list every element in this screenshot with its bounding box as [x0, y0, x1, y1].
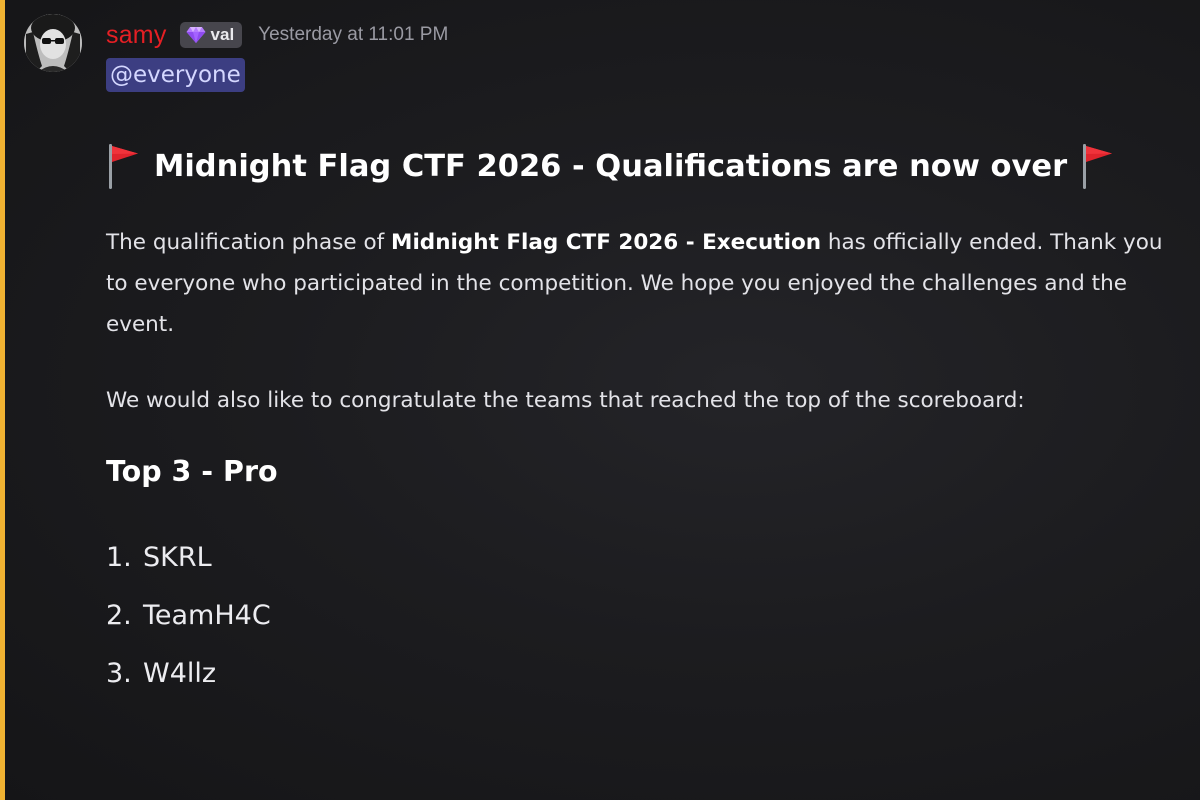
red-flag-icon	[1080, 142, 1114, 190]
diamond-gem-icon	[186, 26, 206, 44]
red-flag-icon	[106, 142, 140, 190]
congratulations-paragraph: We would also like to congratulate the t…	[106, 388, 1025, 413]
rank-number: 2.	[106, 599, 132, 631]
chat-message: samy val Yesterday at 11:01 PM @everyone	[0, 0, 1200, 800]
list-item: 3. W4llz	[106, 644, 271, 702]
rank-number: 3.	[106, 657, 132, 689]
ranking-list: 1. SKRL 2. TeamH4C 3. W4llz	[106, 528, 271, 702]
message-header: samy val Yesterday at 11:01 PM	[106, 18, 448, 52]
author-username[interactable]: samy	[106, 21, 167, 50]
title-text: Midnight Flag CTF 2026 - Qualifications …	[154, 148, 1068, 184]
section-heading: Top 3 - Pro	[106, 455, 278, 488]
event-name-bold: Midnight Flag CTF 2026 - Execution	[391, 230, 822, 255]
team-name: W4llz	[143, 657, 217, 689]
user-avatar[interactable]	[24, 14, 82, 72]
list-item: 2. TeamH4C	[106, 586, 271, 644]
tag-label: val	[210, 25, 235, 44]
intro-paragraph: The qualification phase of Midnight Flag…	[106, 222, 1186, 345]
everyone-mention[interactable]: @everyone	[106, 58, 245, 92]
intro-text-start: The qualification phase of	[106, 230, 392, 255]
avatar-photo-icon	[24, 14, 82, 72]
announcement-title: Midnight Flag CTF 2026 - Qualifications …	[106, 138, 1114, 194]
list-item: 1. SKRL	[106, 528, 271, 586]
message-timestamp[interactable]: Yesterday at 11:01 PM	[258, 24, 448, 46]
team-name: SKRL	[143, 541, 212, 573]
team-name: TeamH4C	[143, 599, 271, 631]
author-server-tag[interactable]: val	[179, 22, 243, 48]
rank-number: 1.	[106, 541, 132, 573]
